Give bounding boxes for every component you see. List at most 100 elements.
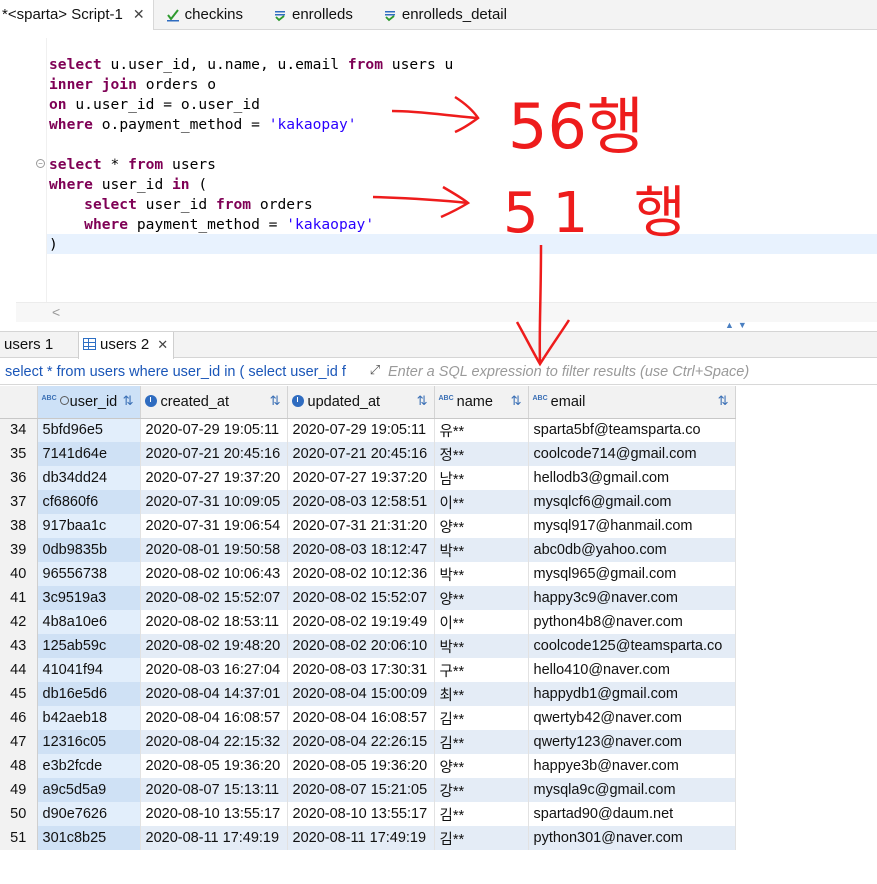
code-line[interactable]: where user_id in ( — [49, 175, 453, 195]
table-row[interactable]: 47 12316c05 2020-08-04 22:15:32 2020-08-04 … — [0, 730, 877, 754]
cell-email[interactable]: hellodb3@gmail.com — [528, 466, 736, 490]
cell-created-at[interactable]: 2020-08-04 22:15:32 — [140, 730, 288, 754]
table-row[interactable]: 46 b42aeb18 2020-08-04 16:08:57 2020-08-04 … — [0, 706, 877, 730]
result-grid[interactable]: ABC user_id ⇅ created_at ⇅ updated_at ⇅ A… — [0, 386, 877, 884]
cell-created-at[interactable]: 2020-08-07 15:13:11 — [140, 778, 288, 802]
cell-email[interactable]: mysql917@hanmail.com — [528, 514, 736, 538]
cell-email[interactable]: mysql965@gmail.com — [528, 562, 736, 586]
table-row[interactable]: 42 4b8a10e6 2020-08-02 18:53:11 2020-08-02 … — [0, 610, 877, 634]
cell-user-id[interactable]: 4b8a10e6 — [37, 610, 141, 634]
cell-created-at[interactable]: 2020-07-27 19:37:20 — [140, 466, 288, 490]
filter-input[interactable] — [388, 359, 868, 384]
cell-user-id[interactable]: cf6860f6 — [37, 490, 141, 514]
cell-name[interactable]: 김** — [434, 730, 529, 754]
table-row[interactable]: 48 e3b2fcde 2020-08-05 19:36:20 2020-08-05 … — [0, 754, 877, 778]
cell-updated-at[interactable]: 2020-08-10 13:55:17 — [287, 802, 435, 826]
cell-created-at[interactable]: 2020-08-02 19:48:20 — [140, 634, 288, 658]
cell-name[interactable]: 양** — [434, 514, 529, 538]
cell-name[interactable]: 박** — [434, 562, 529, 586]
sort-icon[interactable]: ⇅ — [417, 393, 428, 409]
cell-name[interactable]: 구** — [434, 658, 529, 682]
cell-updated-at[interactable]: 2020-07-29 19:05:11 — [287, 418, 435, 442]
column-header-user-id[interactable]: ABC user_id ⇅ — [37, 386, 141, 419]
cell-updated-at[interactable]: 2020-08-07 15:21:05 — [287, 778, 435, 802]
sql-code[interactable]: select u.user_id, u.name, u.email from u… — [49, 55, 453, 255]
cell-updated-at[interactable]: 2020-08-03 12:58:51 — [287, 490, 435, 514]
result-tab-users-2[interactable]: users 2 ✕ — [78, 332, 174, 359]
cell-updated-at[interactable]: 2020-08-04 15:00:09 — [287, 682, 435, 706]
cell-created-at[interactable]: 2020-08-10 13:55:17 — [140, 802, 288, 826]
result-tab-users-1[interactable]: users 1 — [4, 332, 53, 358]
tab-checkins[interactable]: checkins — [164, 0, 251, 30]
cell-name[interactable]: 최** — [434, 682, 529, 706]
code-line[interactable]: where o.payment_method = 'kakaopay' — [49, 115, 453, 135]
cell-updated-at[interactable]: 2020-08-03 17:30:31 — [287, 658, 435, 682]
cell-email[interactable]: python301@naver.com — [528, 826, 736, 850]
fold-collapse-icon[interactable]: − — [36, 159, 45, 168]
cell-email[interactable]: sparta5bf@teamsparta.co — [528, 418, 736, 442]
cell-email[interactable]: hello410@naver.com — [528, 658, 736, 682]
sort-icon[interactable]: ⇅ — [123, 393, 134, 409]
cell-created-at[interactable]: 2020-08-02 10:06:43 — [140, 562, 288, 586]
column-header-email[interactable]: ABC email ⇅ — [528, 386, 736, 419]
sort-icon[interactable]: ⇅ — [718, 393, 729, 409]
cell-name[interactable]: 양** — [434, 754, 529, 778]
cell-email[interactable]: spartad90@daum.net — [528, 802, 736, 826]
close-icon[interactable]: ✕ — [133, 6, 145, 23]
cell-created-at[interactable]: 2020-08-05 19:36:20 — [140, 754, 288, 778]
cell-created-at[interactable]: 2020-08-11 17:49:19 — [140, 826, 288, 850]
cell-created-at[interactable]: 2020-08-01 19:50:58 — [140, 538, 288, 562]
scroll-left-icon[interactable]: < — [52, 304, 60, 320]
table-row[interactable]: 38 917baa1c 2020-07-31 19:06:54 2020-07-31 … — [0, 514, 877, 538]
cell-created-at[interactable]: 2020-08-02 18:53:11 — [140, 610, 288, 634]
cell-user-id[interactable]: e3b2fcde — [37, 754, 141, 778]
cell-email[interactable]: coolcode125@teamsparta.co — [528, 634, 736, 658]
cell-user-id[interactable]: 7141d64e — [37, 442, 141, 466]
cell-updated-at[interactable]: 2020-07-27 19:37:20 — [287, 466, 435, 490]
editor-horizontal-scrollbar[interactable]: < — [16, 302, 877, 322]
cell-email[interactable]: abc0db@yahoo.com — [528, 538, 736, 562]
table-row[interactable]: 34 5bfd96e5 2020-07-29 19:05:11 2020-07-29 … — [0, 418, 877, 442]
cell-created-at[interactable]: 2020-08-02 15:52:07 — [140, 586, 288, 610]
sort-icon[interactable]: ⇅ — [270, 393, 281, 409]
column-header-created-at[interactable]: created_at ⇅ — [140, 386, 288, 419]
cell-updated-at[interactable]: 2020-08-04 16:08:57 — [287, 706, 435, 730]
cell-updated-at[interactable]: 2020-08-02 19:19:49 — [287, 610, 435, 634]
cell-name[interactable]: 김** — [434, 706, 529, 730]
cell-updated-at[interactable]: 2020-08-11 17:49:19 — [287, 826, 435, 850]
cell-name[interactable]: 양** — [434, 586, 529, 610]
cell-user-id[interactable]: db16e5d6 — [37, 682, 141, 706]
table-row[interactable]: 45 db16e5d6 2020-08-04 14:37:01 2020-08-04 … — [0, 682, 877, 706]
cell-user-id[interactable]: b42aeb18 — [37, 706, 141, 730]
cell-updated-at[interactable]: 2020-08-05 19:36:20 — [287, 754, 435, 778]
cell-user-id[interactable]: 96556738 — [37, 562, 141, 586]
cell-user-id[interactable]: a9c5d5a9 — [37, 778, 141, 802]
code-line[interactable]: on u.user_id = o.user_id — [49, 95, 453, 115]
code-line[interactable]: where payment_method = 'kakaopay' — [49, 215, 453, 235]
executed-query-text[interactable]: select * from users where user_id in ( s… — [5, 359, 360, 385]
table-row[interactable]: 39 0db9835b 2020-08-01 19:50:58 2020-08-03 … — [0, 538, 877, 562]
cell-name[interactable]: 유** — [434, 418, 529, 442]
cell-user-id[interactable]: db34dd24 — [37, 466, 141, 490]
tab-enrolleds-detail[interactable]: enrolleds_detail — [381, 0, 515, 30]
cell-email[interactable]: mysqlcf6@gmail.com — [528, 490, 736, 514]
table-row[interactable]: 50 d90e7626 2020-08-10 13:55:17 2020-08-10 … — [0, 802, 877, 826]
table-row[interactable]: 35 7141d64e 2020-07-21 20:45:16 2020-07-21 … — [0, 442, 877, 466]
cell-email[interactable]: happye3b@naver.com — [528, 754, 736, 778]
cell-email[interactable]: qwerty123@naver.com — [528, 730, 736, 754]
cell-user-id[interactable]: 41041f94 — [37, 658, 141, 682]
cell-name[interactable]: 남** — [434, 466, 529, 490]
cell-email[interactable]: qwertyb42@naver.com — [528, 706, 736, 730]
cell-created-at[interactable]: 2020-08-04 16:08:57 — [140, 706, 288, 730]
table-row[interactable]: 43 125ab59c 2020-08-02 19:48:20 2020-08-02 … — [0, 634, 877, 658]
cell-name[interactable]: 정** — [434, 442, 529, 466]
cell-user-id[interactable]: 12316c05 — [37, 730, 141, 754]
column-header-name[interactable]: ABC name ⇅ — [434, 386, 529, 419]
cell-created-at[interactable]: 2020-07-31 19:06:54 — [140, 514, 288, 538]
cell-updated-at[interactable]: 2020-08-04 22:26:15 — [287, 730, 435, 754]
cell-name[interactable]: 이** — [434, 610, 529, 634]
cell-name[interactable]: 이** — [434, 490, 529, 514]
cell-user-id[interactable]: d90e7626 — [37, 802, 141, 826]
tab-script-1[interactable]: *<sparta> Script-1 ✕ — [0, 0, 154, 30]
code-line[interactable]: select * from users — [49, 155, 453, 175]
